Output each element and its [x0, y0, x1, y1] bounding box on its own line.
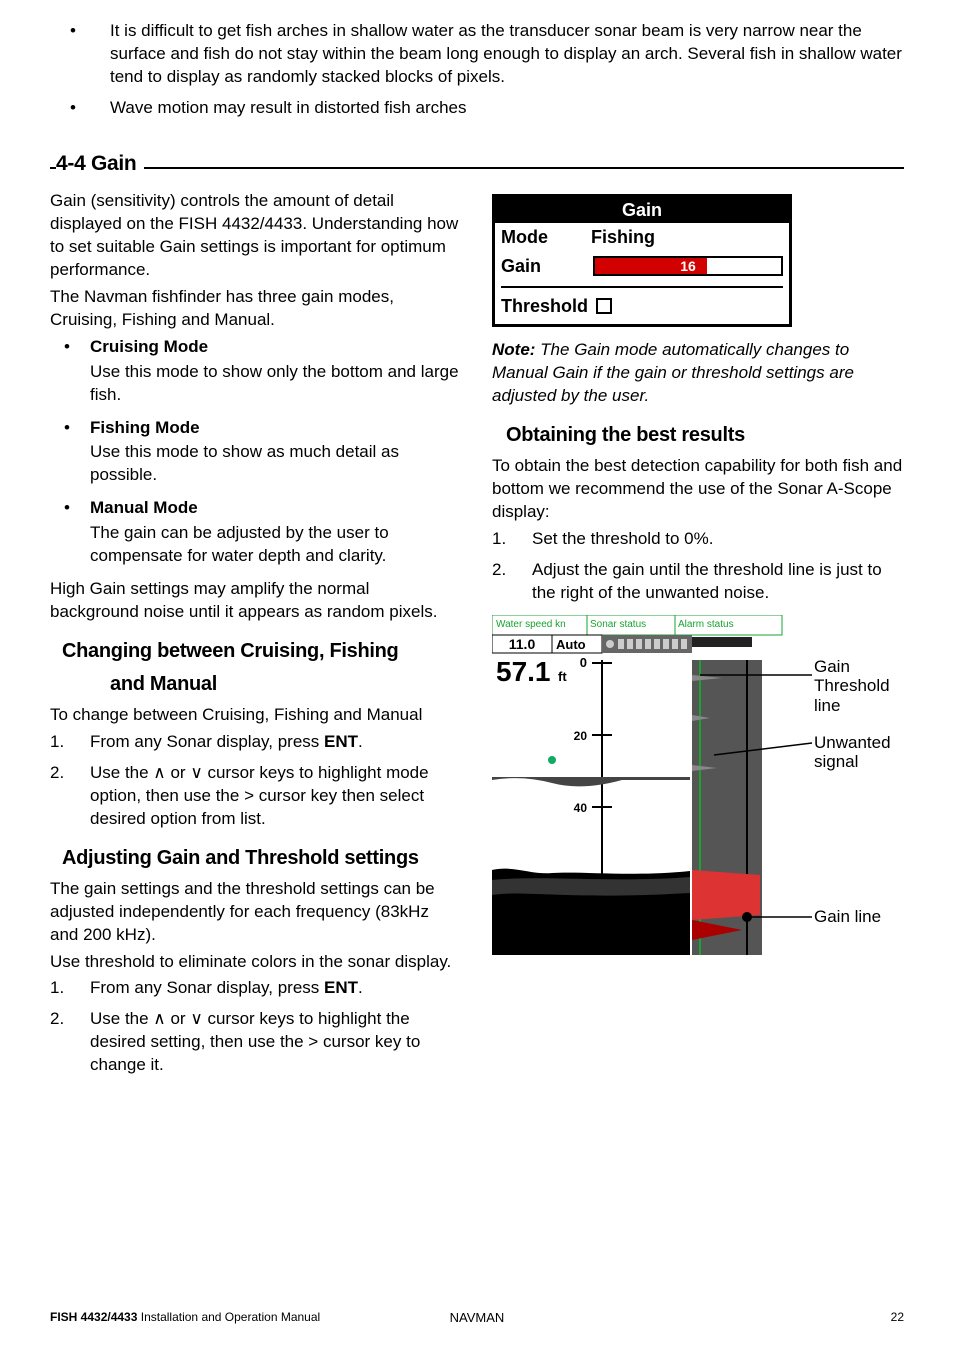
right-column: Gain Mode Fishing Gain 16 Threshold Note…: [492, 190, 904, 1085]
section-title: 4-4 Gain: [56, 150, 144, 178]
step: 2. Use the ∧ or ∨ cursor keys to highlig…: [50, 762, 462, 831]
note-bold: Note:: [492, 340, 535, 359]
svg-text:57.1: 57.1: [496, 656, 551, 687]
mode-item: Manual Mode The gain can be adjusted by …: [60, 497, 462, 568]
adjusting-p2: Use threshold to eliminate colors in the…: [50, 951, 462, 974]
obtaining-intro: To obtain the best detection capability …: [492, 455, 904, 524]
note-text: The Gain mode automatically changes to M…: [492, 340, 854, 405]
svg-text:20: 20: [574, 729, 588, 743]
step: 1. From any Sonar display, press ENT.: [50, 977, 462, 1000]
step-text: Use the ∧ or ∨ cursor keys to highlight …: [90, 763, 429, 828]
svg-text:0: 0: [580, 655, 587, 670]
adjusting-steps: 1. From any Sonar display, press ENT. 2.…: [50, 977, 462, 1077]
mode-title: Cruising Mode: [90, 337, 208, 356]
step-text-pre: From any Sonar display, press: [90, 978, 324, 997]
section-rule: [50, 167, 904, 169]
mode-label: Mode: [501, 225, 591, 249]
mode-desc: Use this mode to show only the bottom an…: [90, 361, 462, 407]
mode-desc: Use this mode to show as much detail as …: [90, 441, 462, 487]
threshold-label: Threshold: [501, 294, 588, 318]
mode-value: Fishing: [591, 225, 655, 249]
intro-bullet-list: It is difficult to get fish arches in sh…: [60, 20, 904, 120]
step-number: 1.: [50, 977, 64, 1000]
step: 2. Adjust the gain until the threshold l…: [492, 559, 904, 605]
gain-label: Gain: [501, 254, 591, 278]
svg-text:11.0: 11.0: [509, 636, 536, 652]
svg-text:ft: ft: [558, 669, 567, 684]
changing-heading: Changing between Cruising, Fishing: [62, 638, 462, 665]
gain-settings-panel: Gain Mode Fishing Gain 16 Threshold: [492, 194, 792, 327]
obtaining-steps: 1. Set the threshold to 0%. 2. Adjust th…: [492, 528, 904, 605]
gain-note: Note: The Gain mode automatically change…: [492, 339, 904, 408]
changing-heading-line2: and Manual: [110, 671, 462, 698]
gain-intro-2: The Navman fishfinder has three gain mod…: [50, 286, 462, 332]
step-text: Adjust the gain until the threshold line…: [532, 560, 882, 602]
mode-title: Fishing Mode: [90, 418, 200, 437]
intro-bullet: It is difficult to get fish arches in sh…: [60, 20, 904, 89]
step: 1. From any Sonar display, press ENT.: [50, 731, 462, 754]
mode-title: Manual Mode: [90, 498, 198, 517]
threshold-row: Threshold: [495, 288, 789, 324]
gain-mode-row: Mode Fishing: [495, 223, 789, 251]
svg-text:Water speed kn: Water speed kn: [496, 619, 566, 630]
obtaining-heading: Obtaining the best results: [506, 422, 904, 449]
step-text: Use the ∧ or ∨ cursor keys to highlight …: [90, 1009, 420, 1074]
gain-mode-list: Cruising Mode Use this mode to show only…: [60, 336, 462, 568]
step-number: 2.: [50, 1008, 64, 1031]
step: 1. Set the threshold to 0%.: [492, 528, 904, 551]
gain-intro-1: Gain (sensitivity) controls the amount o…: [50, 190, 462, 282]
step-number: 2.: [50, 762, 64, 785]
two-column-layout: Gain (sensitivity) controls the amount o…: [50, 190, 904, 1085]
label-gain-line: Gain line: [814, 907, 881, 927]
footer-center: NAVMAN: [50, 1309, 904, 1327]
gain-value-row: Gain 16: [495, 252, 789, 280]
gain-slider: 16: [593, 256, 783, 276]
label-unwanted-signal: Unwanted signal: [814, 733, 891, 772]
label-gain-threshold: Gain Threshold line: [814, 657, 890, 716]
high-gain-note: High Gain settings may amplify the norma…: [50, 578, 462, 624]
sonar-figure: Water speed kn Sonar status Alarm status…: [492, 615, 902, 960]
step-text-bold: ENT: [324, 978, 358, 997]
step: 2. Use the ∧ or ∨ cursor keys to highlig…: [50, 1008, 462, 1077]
svg-text:Sonar status: Sonar status: [590, 619, 646, 630]
mode-desc: The gain can be adjusted by the user to …: [90, 522, 462, 568]
svg-text:40: 40: [574, 801, 588, 815]
gain-panel-title: Gain: [495, 197, 789, 223]
step-text-post: .: [358, 732, 363, 751]
svg-text:Alarm status: Alarm status: [678, 619, 734, 630]
left-column: Gain (sensitivity) controls the amount o…: [50, 190, 462, 1085]
step-number: 1.: [492, 528, 506, 551]
mode-item: Cruising Mode Use this mode to show only…: [60, 336, 462, 407]
svg-text:Auto: Auto: [556, 637, 586, 652]
step-text: Set the threshold to 0%.: [532, 529, 713, 548]
adjusting-heading: Adjusting Gain and Threshold settings: [62, 845, 462, 872]
adjusting-p1: The gain settings and the threshold sett…: [50, 878, 462, 947]
page-footer: FISH 4432/4433 Installation and Operatio…: [50, 1309, 904, 1325]
step-text-pre: From any Sonar display, press: [90, 732, 324, 751]
changing-steps: 1. From any Sonar display, press ENT. 2.…: [50, 731, 462, 831]
section-header-wrap: 4-4 Gain: [50, 150, 904, 178]
mode-item: Fishing Mode Use this mode to show as mu…: [60, 417, 462, 488]
step-text-bold: ENT: [324, 732, 358, 751]
step-number: 1.: [50, 731, 64, 754]
intro-bullet: Wave motion may result in distorted fish…: [60, 97, 904, 120]
threshold-checkbox: [596, 298, 612, 314]
step-number: 2.: [492, 559, 506, 582]
changing-intro: To change between Cruising, Fishing and …: [50, 704, 462, 727]
step-text-post: .: [358, 978, 363, 997]
gain-slider-value: 16: [680, 258, 696, 274]
